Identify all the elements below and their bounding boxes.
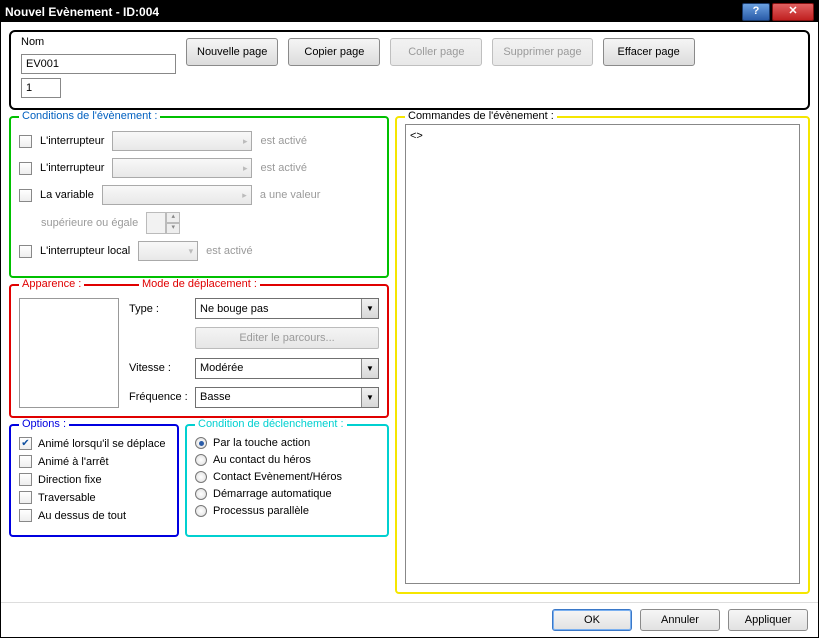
options-frame: Options : ✔Animé lorsqu'il se déplace An…	[9, 424, 179, 537]
self-switch-checkbox[interactable]	[19, 245, 32, 258]
command-line[interactable]: <>	[410, 130, 423, 142]
trigger-action-radio[interactable]	[195, 437, 207, 449]
dialog-footer: OK Annuler Appliquer	[1, 602, 818, 637]
window-title: Nouvel Evènement - ID:004	[5, 5, 742, 19]
variable-value-spinner[interactable]: ▴▾	[146, 212, 182, 234]
trigger-event-touch-label: Contact Evènement/Héros	[213, 471, 342, 483]
delete-page-button: Supprimer page	[492, 38, 592, 66]
variable-label: La variable	[40, 189, 94, 201]
appearance-legend: Apparence :	[19, 278, 84, 290]
header-group: Nom Nouvelle page Copier page Coller pag…	[9, 30, 810, 110]
opt-stop-anim-checkbox[interactable]	[19, 455, 32, 468]
trigger-parallel-radio[interactable]	[195, 505, 207, 517]
opt-through-label: Traversable	[38, 492, 96, 504]
opt-through-checkbox[interactable]	[19, 491, 32, 504]
client-area: Nom Nouvelle page Copier page Coller pag…	[1, 22, 818, 602]
clear-page-button[interactable]: Effacer page	[603, 38, 695, 66]
help-button[interactable]: ?	[742, 3, 770, 21]
opt-ontop-checkbox[interactable]	[19, 509, 32, 522]
titlebar[interactable]: Nouvel Evènement - ID:004 ? ✕	[1, 1, 818, 22]
self-switch-dropdown[interactable]: ▾	[138, 241, 198, 261]
commands-legend: Commandes de l'évènement :	[405, 110, 557, 122]
trigger-action-label: Par la touche action	[213, 437, 310, 449]
opt-stop-anim-label: Animé à l'arrêt	[38, 456, 109, 468]
name-label: Nom	[21, 36, 176, 48]
move-type-select[interactable]: Ne bouge pas▼	[195, 298, 379, 319]
trigger-event-touch-radio[interactable]	[195, 471, 207, 483]
edit-route-button: Editer le parcours...	[195, 327, 379, 349]
movement-legend: Mode de déplacement :	[139, 278, 260, 290]
name-input[interactable]	[21, 54, 176, 74]
opt-dir-fix-label: Direction fixe	[38, 474, 102, 486]
appearance-movement-frame: Apparence : Mode de déplacement : Type :…	[9, 284, 389, 418]
paste-page-button: Coller page	[390, 38, 482, 66]
ok-button[interactable]: OK	[552, 609, 632, 631]
opt-ontop-label: Au dessus de tout	[38, 510, 126, 522]
variable-sub-label: supérieure ou égale	[41, 217, 138, 229]
switch2-dropdown[interactable]: ▸	[112, 158, 252, 178]
close-button[interactable]: ✕	[772, 3, 814, 21]
commands-frame: Commandes de l'évènement : <>	[395, 116, 810, 594]
switch2-label: L'interrupteur	[40, 162, 104, 174]
move-freq-select[interactable]: Basse▼	[195, 387, 379, 408]
move-freq-label: Fréquence :	[129, 391, 189, 403]
cancel-button[interactable]: Annuler	[640, 609, 720, 631]
move-speed-select[interactable]: Modérée▼	[195, 358, 379, 379]
switch2-checkbox[interactable]	[19, 162, 32, 175]
apply-button[interactable]: Appliquer	[728, 609, 808, 631]
switch2-suffix: est activé	[260, 162, 306, 174]
event-editor-window: Nouvel Evènement - ID:004 ? ✕ Nom Nouvel…	[0, 0, 819, 638]
opt-move-anim-label: Animé lorsqu'il se déplace	[38, 438, 165, 450]
self-switch-suffix: est activé	[206, 245, 252, 257]
options-legend: Options :	[19, 418, 69, 430]
switch1-label: L'interrupteur	[40, 135, 104, 147]
opt-move-anim-checkbox[interactable]: ✔	[19, 437, 32, 450]
move-type-label: Type :	[129, 303, 189, 315]
variable-checkbox[interactable]	[19, 189, 32, 202]
self-switch-label: L'interrupteur local	[40, 245, 130, 257]
copy-page-button[interactable]: Copier page	[288, 38, 380, 66]
trigger-parallel-label: Processus parallèle	[213, 505, 309, 517]
commands-list[interactable]: <>	[405, 124, 800, 584]
conditions-legend: Conditions de l'évènement :	[19, 110, 160, 122]
conditions-frame: Conditions de l'évènement : L'interrupte…	[9, 116, 389, 278]
trigger-autorun-label: Démarrage automatique	[213, 488, 332, 500]
trigger-player-touch-label: Au contact du héros	[213, 454, 311, 466]
variable-suffix: a une valeur	[260, 189, 321, 201]
trigger-frame: Condition de déclenchement : Par la touc…	[185, 424, 389, 537]
trigger-autorun-radio[interactable]	[195, 488, 207, 500]
switch1-checkbox[interactable]	[19, 135, 32, 148]
opt-dir-fix-checkbox[interactable]	[19, 473, 32, 486]
new-page-button[interactable]: Nouvelle page	[186, 38, 278, 66]
trigger-player-touch-radio[interactable]	[195, 454, 207, 466]
switch1-dropdown[interactable]: ▸	[112, 131, 252, 151]
page-number-input[interactable]	[21, 78, 61, 98]
switch1-suffix: est activé	[260, 135, 306, 147]
trigger-legend: Condition de déclenchement :	[195, 418, 347, 430]
graphic-picker[interactable]	[19, 298, 119, 408]
variable-dropdown[interactable]: ▸	[102, 185, 252, 205]
move-speed-label: Vitesse :	[129, 362, 189, 374]
